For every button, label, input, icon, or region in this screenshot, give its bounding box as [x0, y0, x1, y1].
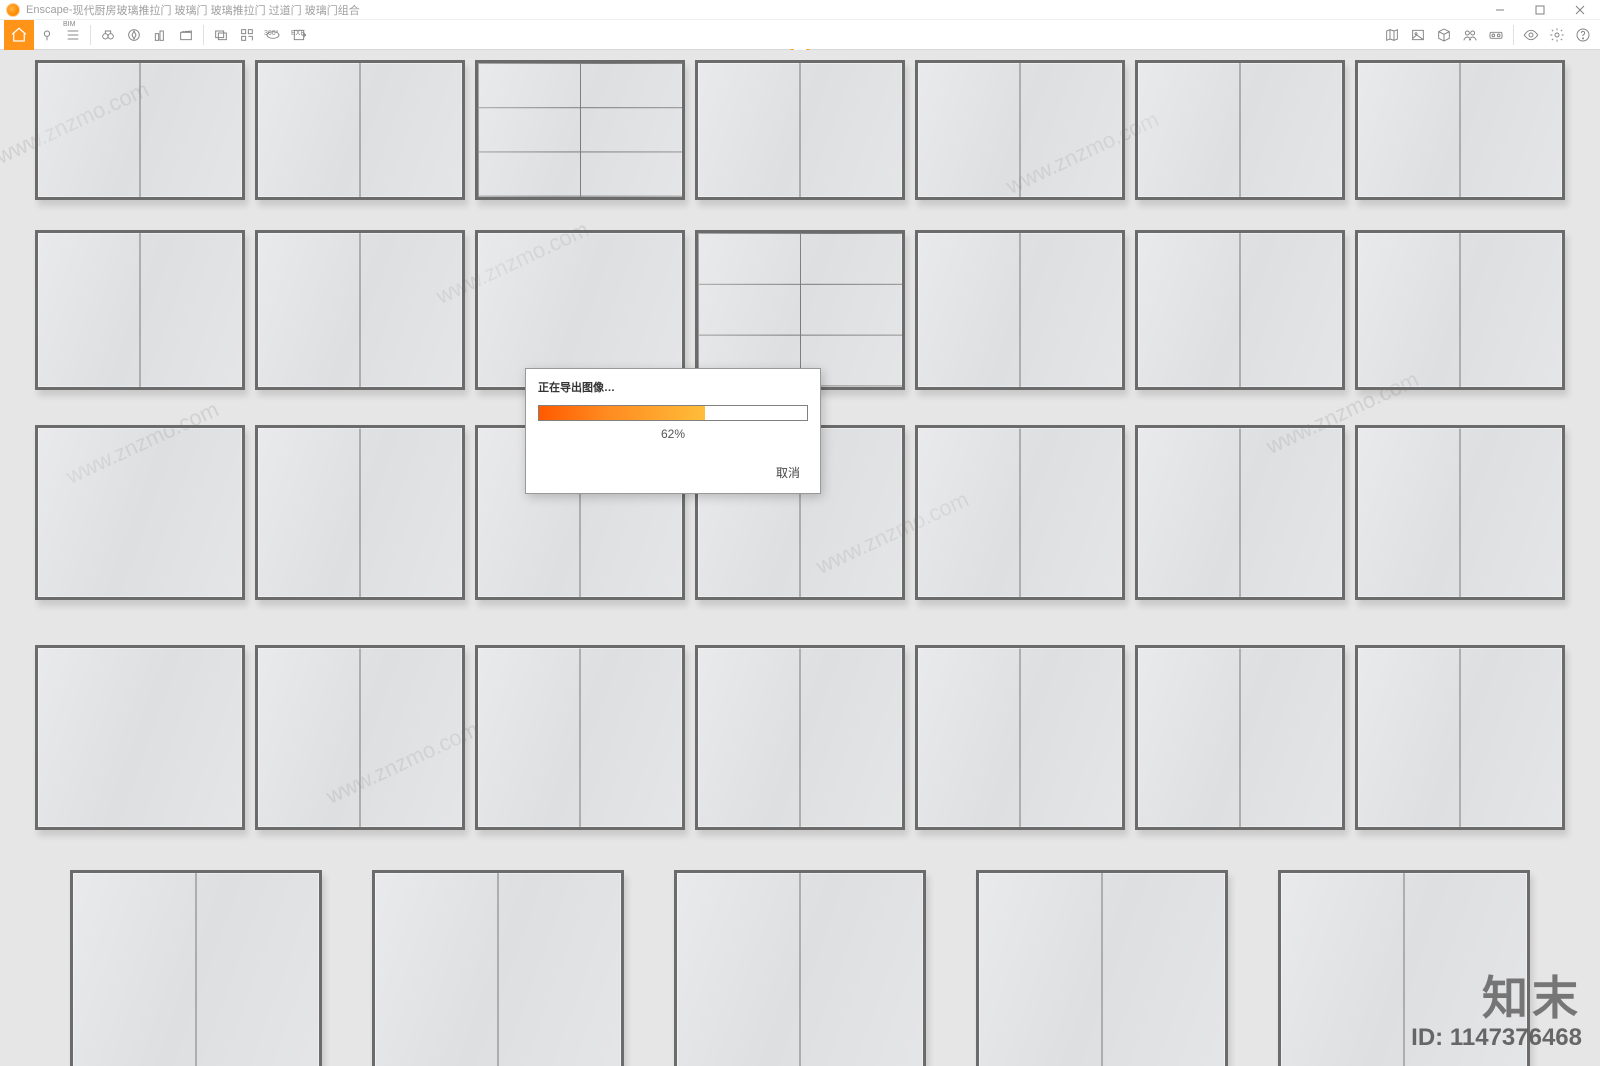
panorama-360-button[interactable]: 360° [260, 22, 286, 48]
main-toolbar: BIM 360° EXE [0, 20, 1600, 50]
toolbar-group-right [1379, 22, 1596, 48]
toolbar-separator [203, 25, 204, 45]
app-name: Enscape [26, 4, 69, 16]
binoculars-button[interactable] [95, 22, 121, 48]
compass-button[interactable] [121, 22, 147, 48]
render-viewport[interactable]: www.znzmo.com www.znzmo.com www.znzmo.co… [0, 50, 1600, 1066]
window-maximize-button[interactable] [1520, 0, 1560, 20]
enscape-logo-icon [6, 3, 20, 17]
export-progress-dialog: 正在导出图像… 62% 取消 [525, 368, 821, 494]
vr-headset-button[interactable] [1483, 22, 1509, 48]
progress-percent-text: 62% [538, 427, 808, 441]
bim-button[interactable]: BIM [60, 22, 86, 48]
window-close-button[interactable] [1560, 0, 1600, 20]
toolbar-group-left: BIM 360° EXE [4, 20, 312, 50]
toolbar-separator [90, 25, 91, 45]
clapperboard-button[interactable] [173, 22, 199, 48]
dialog-title: 正在导出图像… [538, 379, 808, 395]
cancel-button[interactable]: 取消 [768, 460, 808, 485]
document-title: 现代厨房玻璃推拉门 玻璃门 玻璃推拉门 过道门 玻璃门组合 [72, 2, 359, 18]
label-exe: EXE [291, 30, 305, 37]
asset-library-button[interactable] [1431, 22, 1457, 48]
window-layers-button[interactable] [208, 22, 234, 48]
qr-button[interactable] [234, 22, 260, 48]
door-row [0, 645, 1600, 830]
visual-settings-eye-button[interactable] [1518, 22, 1544, 48]
image-gallery-button[interactable] [1405, 22, 1431, 48]
dialog-actions: 取消 [538, 460, 808, 485]
collaboration-button[interactable] [1457, 22, 1483, 48]
bim-label: BIM [63, 21, 75, 28]
help-button[interactable] [1570, 22, 1596, 48]
label-360: 360° [264, 30, 278, 37]
window-minimize-button[interactable] [1480, 0, 1520, 20]
window-titlebar: Enscape - 现代厨房玻璃推拉门 玻璃门 玻璃推拉门 过道门 玻璃门组合 [0, 0, 1600, 20]
home-button[interactable] [4, 20, 34, 50]
progress-bar-fill [539, 406, 705, 420]
buildings-button[interactable] [147, 22, 173, 48]
settings-gear-button[interactable] [1544, 22, 1570, 48]
pin-button[interactable] [34, 22, 60, 48]
toolbar-separator [1513, 25, 1514, 45]
door-row [0, 230, 1600, 390]
door-row [0, 870, 1600, 1066]
map-unfold-button[interactable] [1379, 22, 1405, 48]
progress-bar [538, 405, 808, 421]
door-row [0, 60, 1600, 200]
exe-export-button[interactable]: EXE [286, 22, 312, 48]
